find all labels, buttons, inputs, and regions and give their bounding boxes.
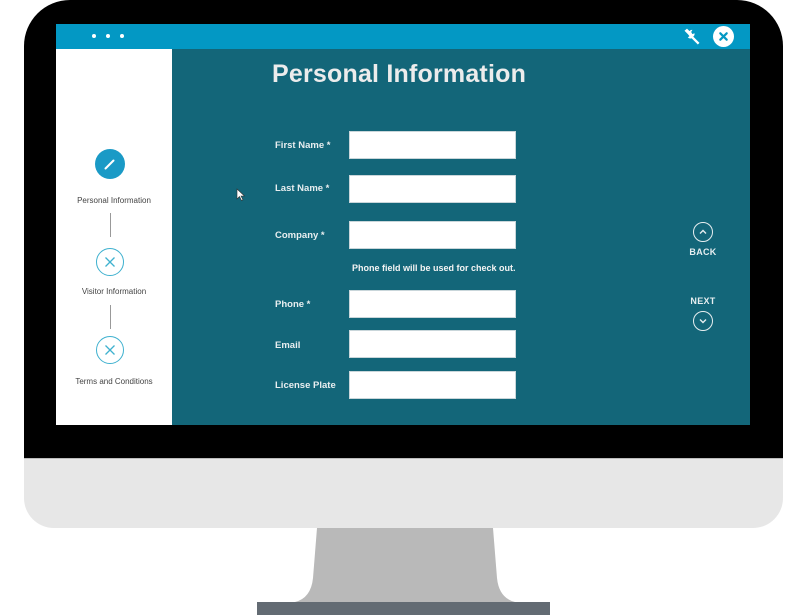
dot (106, 34, 110, 38)
phone-label: Phone * (275, 299, 311, 310)
top-bar (56, 24, 750, 49)
company-label: Company * (275, 230, 325, 241)
close-button[interactable] (713, 26, 734, 47)
monitor-chin (24, 458, 783, 528)
email-label: Email (275, 340, 301, 351)
last-name-label: Last Name * (275, 183, 330, 194)
next-button[interactable]: NEXT (686, 296, 720, 331)
dot (92, 34, 96, 38)
next-label: NEXT (690, 296, 716, 306)
first-name-input[interactable] (349, 131, 516, 159)
first-name-label: First Name * (275, 140, 331, 151)
step-connector (110, 305, 111, 329)
monitor-stand-neck (295, 528, 515, 602)
company-input[interactable] (349, 221, 516, 249)
phone-note: Phone field will be used for check out. (352, 263, 516, 273)
chevron-up-icon (693, 222, 713, 242)
dot (120, 34, 124, 38)
license-plate-input[interactable] (349, 371, 516, 399)
wrench-icon[interactable] (682, 27, 702, 47)
step-connector (110, 213, 111, 237)
chevron-down-icon (693, 311, 713, 331)
step-label-visitor-information[interactable]: Visitor Information (56, 287, 172, 296)
stepper-sidebar: Personal Information Visitor Information… (56, 49, 172, 425)
x-icon (105, 345, 115, 355)
pencil-icon (104, 159, 115, 170)
monitor-stand-base (257, 602, 550, 615)
step-terms-and-conditions-icon[interactable] (96, 336, 124, 364)
back-label: BACK (689, 247, 717, 257)
step-label-terms-and-conditions[interactable]: Terms and Conditions (56, 377, 172, 386)
step-label-personal-information[interactable]: Personal Information (56, 196, 172, 205)
page-title: Personal Information (272, 60, 527, 88)
phone-input[interactable] (349, 290, 516, 318)
back-button[interactable]: BACK (686, 222, 720, 257)
step-personal-information-icon[interactable] (95, 149, 125, 179)
step-visitor-information-icon[interactable] (96, 248, 124, 276)
license-plate-label: License Plate (275, 380, 336, 391)
more-dots-icon[interactable] (92, 34, 124, 38)
close-icon (719, 32, 728, 41)
x-icon (105, 257, 115, 267)
email-input[interactable] (349, 330, 516, 358)
app-screen: Personal Information Visitor Information… (56, 24, 750, 425)
last-name-input[interactable] (349, 175, 516, 203)
mouse-cursor-icon (236, 188, 246, 201)
